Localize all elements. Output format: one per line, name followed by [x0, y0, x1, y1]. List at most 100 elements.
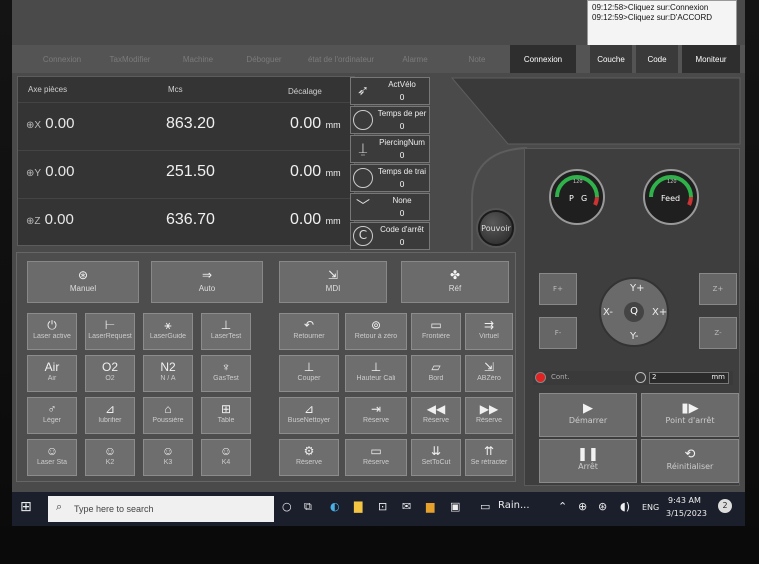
axis-y-workpiece: 0.00	[45, 163, 75, 180]
task-view-icon[interactable]: ⧉	[304, 500, 312, 514]
k2-button[interactable]: ☺ K2	[85, 439, 135, 476]
f-minus-button[interactable]: F-	[539, 317, 577, 349]
retour-zero-button[interactable]: ⊚ Retour à zéro	[345, 313, 407, 350]
start-button[interactable]: ▶ Démarrer	[539, 393, 637, 437]
reserve-button[interactable]: ▶▶ Réserve	[465, 397, 513, 434]
tab-taxmodifier[interactable]: TaxModifier	[98, 45, 162, 73]
breakpoint-button[interactable]: ▮▶ Point d'arrêt	[641, 393, 739, 437]
tab-machine[interactable]: Machine	[166, 45, 230, 73]
tab-moniteur[interactable]: Moniteur	[682, 45, 740, 73]
param-temps-per[interactable]: Temps de per 0	[350, 106, 430, 134]
network-icon[interactable]: ⊛	[598, 500, 607, 513]
lubrifier-button[interactable]: ⊿ lubrifier	[85, 397, 135, 434]
f-plus-button[interactable]: F+	[539, 273, 577, 305]
reserve-button[interactable]: ⚙ Réserve	[279, 439, 339, 476]
retourner-button[interactable]: ↶ Retourner	[279, 313, 339, 350]
param-none[interactable]: ﹀ None 0	[350, 193, 430, 221]
param-label: None	[392, 196, 412, 205]
rain-app-label[interactable]: Rain...	[498, 500, 530, 511]
edge-icon[interactable]: ◐	[330, 500, 340, 513]
btn-label: lubrifier	[98, 417, 122, 424]
volume-icon[interactable]: ◖)	[620, 500, 630, 513]
mode-auto[interactable]: ⇒ Auto	[151, 261, 263, 303]
leger-button[interactable]: ♂ Léger	[27, 397, 77, 434]
mode-mdi[interactable]: ⇲ MDI	[279, 261, 387, 303]
param-code-arret[interactable]: C Code d'arrêt 0	[350, 222, 430, 250]
btn-label: Poussière	[152, 417, 184, 424]
tab-etat-ordinateur[interactable]: état de l'ordinateur	[296, 45, 386, 73]
tab-code[interactable]: Code	[636, 45, 678, 73]
k4-button[interactable]: ☺ K4	[201, 439, 251, 476]
table-button[interactable]: ⊞ Table	[201, 397, 251, 434]
beam-icon: ⊢	[104, 318, 116, 332]
clock-date[interactable]: 3/15/2023	[666, 509, 707, 518]
height-icon: ⊥	[370, 360, 382, 374]
mode-manuel[interactable]: ⊛ Manuel	[27, 261, 139, 303]
param-piercingnum[interactable]: ⍊ PiercingNum 0	[350, 135, 430, 163]
axis-y-mcs: 251.50	[166, 163, 215, 180]
param-actvelo[interactable]: ➶ ActVélo 0	[350, 77, 430, 105]
jog-pad[interactable]: Y+ Y- X- X+ Q	[599, 277, 669, 347]
btn-label: Réinitialiser	[666, 462, 714, 471]
k3-button[interactable]: ☺ K3	[143, 439, 193, 476]
power-button[interactable]: Pouvoir	[478, 210, 514, 246]
couper-button[interactable]: ⊥ Couper	[279, 355, 339, 392]
mode-ref[interactable]: ✤ Réf	[401, 261, 509, 303]
poussiere-button[interactable]: ⌂ Poussière	[143, 397, 193, 434]
cortana-icon[interactable]: ○	[282, 500, 292, 513]
speed-input[interactable]: 2 mm	[649, 372, 729, 384]
abzero-button[interactable]: ⇲ ABZéro	[465, 355, 513, 392]
param-temps-trai[interactable]: Temps de trai 0	[350, 164, 430, 192]
tab-alarme[interactable]: Alarme	[390, 45, 440, 73]
laser-guide-button[interactable]: ⚹ LaserGuide	[143, 313, 193, 350]
y-minus-label[interactable]: Y-	[630, 331, 639, 342]
laser-sta-button[interactable]: ☺ Laser Sta	[27, 439, 77, 476]
app-icon[interactable]: ▣	[450, 500, 460, 513]
tab-note[interactable]: Note	[452, 45, 502, 73]
laser-test-button[interactable]: ⊥ LaserTest	[201, 313, 251, 350]
tab-deboguer[interactable]: Déboguer	[234, 45, 294, 73]
chevron-up-icon[interactable]: ⌃	[558, 500, 567, 513]
rain-app-icon[interactable]: ▭	[480, 500, 490, 513]
folder-icon[interactable]: ▇	[354, 500, 362, 513]
tab-couche[interactable]: Couche	[590, 45, 632, 73]
notification-badge[interactable]: 2	[718, 499, 732, 513]
hauteur-cali-button[interactable]: ⊥ Hauteur Cali	[345, 355, 407, 392]
reserve-button[interactable]: ◀◀ Réserve	[411, 397, 461, 434]
set-to-cut-button[interactable]: ⇊ SetToCut	[411, 439, 461, 476]
buse-nettoyer-button[interactable]: ⊿ BuseNettoyer	[279, 397, 339, 434]
clock-time[interactable]: 9:43 AM	[668, 496, 701, 505]
laser-request-button[interactable]: ⊢ LaserRequest	[85, 313, 135, 350]
windows-start-icon[interactable]: ⊞	[20, 499, 32, 515]
tab-connexion[interactable]: Connexion	[510, 45, 576, 73]
taskbar-search[interactable]: ⌕ Type here to search	[48, 496, 274, 522]
o2-button[interactable]: O2 O2	[85, 355, 135, 392]
device-icon[interactable]: ⊕	[578, 500, 587, 513]
app-icon[interactable]: ▆	[426, 500, 434, 513]
y-plus-label[interactable]: Y+	[630, 283, 645, 294]
x-plus-label[interactable]: X+	[652, 307, 667, 318]
se-retracter-button[interactable]: ⇈ Se rétracter	[465, 439, 513, 476]
language-indicator[interactable]: ENG	[642, 503, 659, 512]
laser-active-button[interactable]: ⏻ Laser active	[27, 313, 77, 350]
n2-button[interactable]: N2 N / A	[143, 355, 193, 392]
frontiere-button[interactable]: ▭ Frontière	[411, 313, 461, 350]
reserve-button[interactable]: ⇥ Réserve	[345, 397, 407, 434]
z-minus-button[interactable]: Z-	[699, 317, 737, 349]
reset-button[interactable]: ⟲ Réinitialiser	[641, 439, 739, 483]
center-q-button[interactable]: Q	[624, 302, 644, 322]
bord-button[interactable]: ▱ Bord	[411, 355, 461, 392]
unit-label: mm	[325, 168, 341, 178]
store-icon[interactable]: ⊡	[378, 500, 387, 513]
mail-icon[interactable]: ✉	[402, 500, 411, 513]
stop-button[interactable]: ❚❚ Arrêt	[539, 439, 637, 483]
virtuel-button[interactable]: ⇉ Virtuel	[465, 313, 513, 350]
axis-z-workpiece: 0.00	[44, 211, 74, 228]
reserve-button[interactable]: ▭ Réserve	[345, 439, 407, 476]
air-button[interactable]: Air Air	[27, 355, 77, 392]
gas-test-button[interactable]: ♆ GasTest	[201, 355, 251, 392]
radio-icon[interactable]	[635, 372, 646, 383]
tab-connexion-left[interactable]: Connexion	[30, 45, 94, 73]
z-plus-button[interactable]: Z+	[699, 273, 737, 305]
x-minus-label[interactable]: X-	[603, 307, 613, 318]
